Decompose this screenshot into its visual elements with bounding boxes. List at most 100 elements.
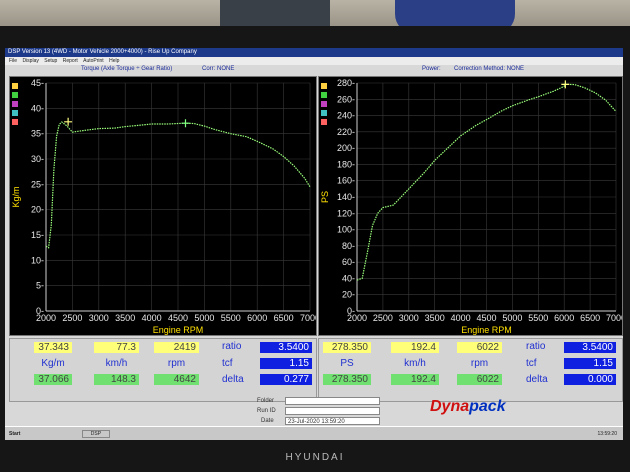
torque-cursor-marker [181,119,190,128]
torque-legend-swatch [12,83,18,89]
power-cursor-rpm: 6022 [457,374,502,385]
screen: DSP Version 13 (4WD - Motor Vehicle 2000… [5,48,623,440]
power-peak-value: 278.350 [323,342,371,353]
monitor-brand: HYUNDAI [285,452,345,463]
power-x-tick-label: 4500 [476,313,496,323]
torque-y-tick-label: 0- [36,306,44,316]
torque-x-tick-label: 6500 [274,313,294,323]
power-rpm-unit: rpm [470,358,489,369]
power-y-tick-label: 60- [342,257,355,267]
runid-label: Run ID [257,408,276,414]
taskbar-clock: 13:59:20 [597,431,617,437]
torque-y-tick-label: 40- [31,103,44,113]
torque-y-tick-label: 20- [31,205,44,215]
runid-field[interactable] [285,407,380,415]
power-unit: PS [340,358,354,369]
torque-header-title: Torque (Axle Torque ÷ Gear Ratio) [81,66,173,72]
torque-legend-swatch [12,92,18,98]
torque-y-tick-label: 15- [31,230,44,240]
torque-unit: Kg/m [41,358,65,369]
taskbar-app-dsp[interactable]: DSP [81,430,111,438]
torque-x-tick-label: 7000 [300,313,316,323]
power-chart: 2000 2500 3000 3500 4000 4500 5000 5500 6000 6500… [320,78,622,335]
torque-y-tick-label: 30- [31,154,44,164]
power-x-tick-label: 3500 [425,313,445,323]
torque-peak-rpm: 2419 [154,342,199,353]
power-y-axis-label: PS [320,191,330,203]
torque-x-tick-label: 5000 [194,313,214,323]
power-legend-swatch [321,110,327,116]
power-y-tick-label: 140- [337,192,355,202]
date-label: Date [261,418,274,424]
torque-x-tick-label: 4500 [168,313,188,323]
power-legend-swatch [321,101,327,107]
folder-label: Folder [257,398,275,404]
torque-legend-swatch [12,110,18,116]
folder-field[interactable] [285,397,380,405]
torque-x-axis-label: Engine RPM [153,325,204,335]
torque-peak-value: 37.343 [34,342,72,353]
start-button[interactable]: Start [9,431,20,437]
power-y-tick-label: 100- [337,225,355,235]
power-y-tick-label: 240- [337,111,355,121]
power-y-tick-label: 200- [337,143,355,153]
power-y-tick-label: 20- [342,290,355,300]
torque-tcf-label: tcf [222,358,233,369]
torque-y-tick-label: 10- [31,255,44,265]
torque-delta-label: delta [222,374,244,385]
menu-display[interactable]: Display [22,58,38,64]
power-cursor-value: 278.350 [323,374,371,385]
power-x-tick-label: 4000 [451,313,471,323]
torque-legend-swatch [12,119,18,125]
power-peak-speed: 192.4 [391,342,439,353]
menu-help[interactable]: Help [109,58,119,64]
torque-legend-swatch [12,101,18,107]
window-title: DSP Version 13 (4WD - Motor Vehicle 2000… [5,48,623,57]
torque-y-tick-label: 5- [36,281,44,291]
power-legend-swatch [321,119,327,125]
power-peak-rpm: 6022 [457,342,502,353]
torque-header-corr: Corr: NONE [202,66,235,72]
power-legend-swatch [321,92,327,98]
power-y-tick-label: 40- [342,273,355,283]
torque-data-box: 37.343 77.3 2419 Kg/m km/h rpm 37.066 14… [9,338,317,402]
power-speed-unit: km/h [404,358,426,369]
power-x-tick-label: 7000 [606,313,622,323]
power-x-tick-label: 6500 [580,313,600,323]
power-cursor-speed: 192.4 [391,374,439,385]
torque-ratio-label: ratio [222,341,242,352]
power-y-tick-label: 120- [337,208,355,218]
power-x-tick-label: 2500 [373,313,393,323]
torque-y-tick-label: 25- [31,179,44,189]
torque-y-tick-label: 45- [31,78,44,88]
torque-delta-value: 0.277 [260,374,312,385]
torque-chart-panel: 2000 2500 3000 3500 4000 4500 5000 5500 6000 6500… [9,76,317,336]
torque-ratio-value: 3.5400 [260,342,312,353]
menu-file[interactable]: File [9,58,17,64]
power-legend-swatch [321,83,327,89]
torque-speed-unit: km/h [105,358,128,369]
power-x-tick-label: 5000 [502,313,522,323]
power-tcf-value: 1.15 [564,358,616,369]
menu-setup[interactable]: Setup [44,58,57,64]
power-x-tick-label: 5500 [528,313,548,323]
menu-report[interactable]: Report [63,58,78,64]
power-y-tick-label: 180- [337,159,355,169]
power-header-corr: Correction Method: NONE [454,66,525,72]
power-x-tick-label: 6000 [554,313,574,323]
power-header-title: Power: [422,66,441,72]
torque-cursor-speed: 148.3 [94,374,139,385]
torque-cursor-marker [64,117,73,126]
power-y-tick-label: 260- [337,94,355,104]
menu-autoprint[interactable]: AutoPrint [83,58,104,64]
power-x-axis-label: Engine RPM [461,325,512,335]
power-delta-label: delta [526,374,548,385]
power-y-tick-label: 160- [337,176,355,186]
torque-chart: 2000 2500 3000 3500 4000 4500 5000 5500 6000 6500… [11,78,316,335]
menu-bar: File Display Setup Report AutoPrint Help [5,57,623,65]
taskbar: Start DSP 13:59:20 [5,426,623,440]
torque-x-tick-label: 5500 [221,313,241,323]
torque-tcf-value: 1.15 [260,358,312,369]
torque-cursor-rpm: 4642 [154,374,199,385]
date-field: 23-Jul-2020 13:59:20 [285,417,380,425]
